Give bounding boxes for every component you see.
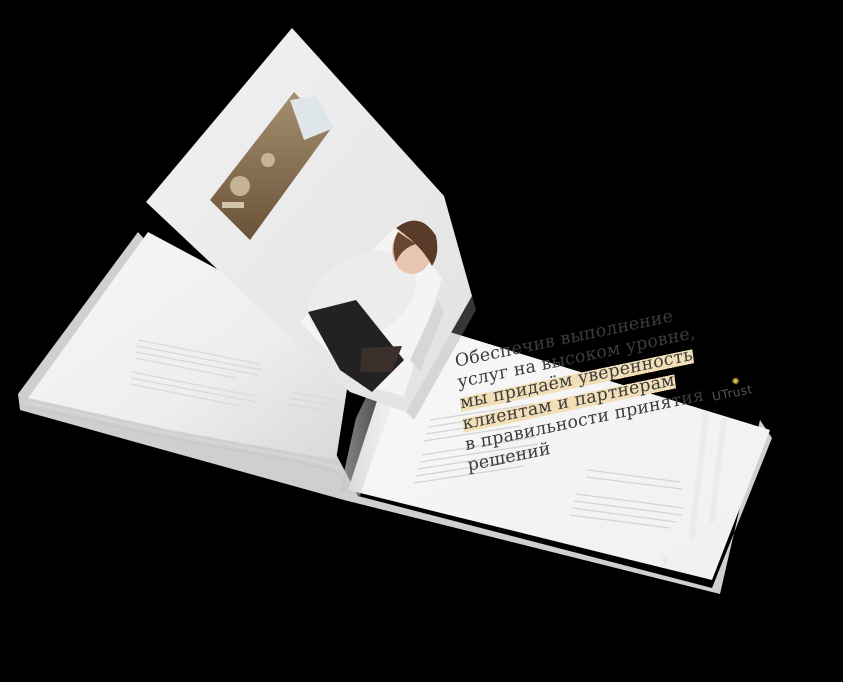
logo-star-icon: ✺ — [731, 376, 741, 388]
book-mockup: 3 — [18, 28, 772, 594]
page-number: 3 — [660, 555, 668, 569]
